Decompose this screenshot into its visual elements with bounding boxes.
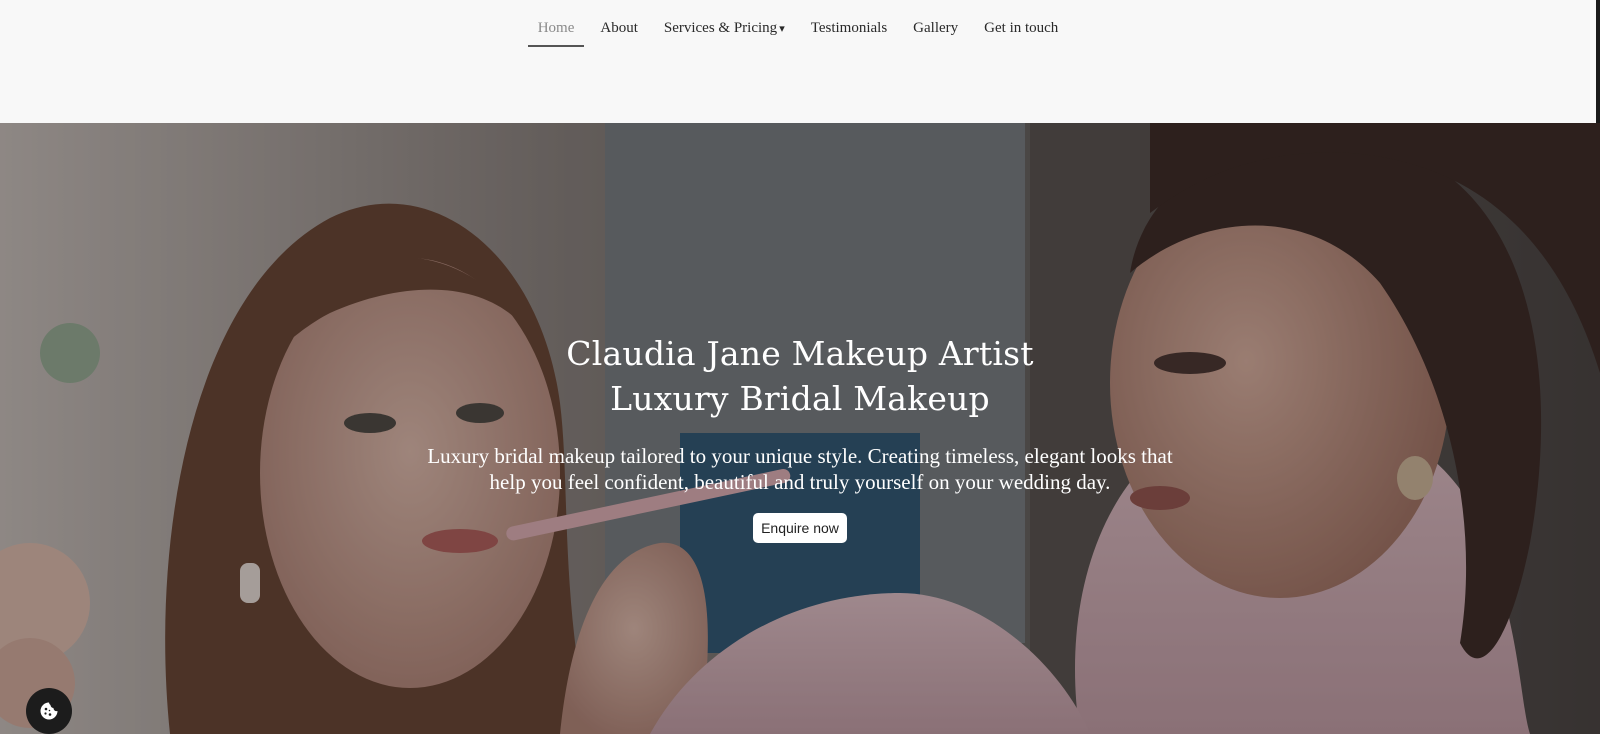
nav-item-gallery[interactable]: Gallery	[903, 14, 968, 47]
hero-section: Claudia Jane Makeup Artist Luxury Bridal…	[0, 123, 1600, 734]
hero-title: Claudia Jane Makeup Artist Luxury Bridal…	[0, 331, 1600, 421]
cookie-settings-button[interactable]	[26, 688, 72, 734]
main-nav: Home About Services & Pricing ▾ Testimoni…	[0, 14, 1596, 47]
scrollbar-edge	[1596, 0, 1600, 123]
nav-item-services-label: Services & Pricing	[663, 20, 778, 36]
site-header: Home About Services & Pricing ▾ Testimoni…	[0, 0, 1596, 123]
cookie-icon	[40, 702, 58, 720]
nav-item-testimonials[interactable]: Testimonials	[801, 14, 897, 47]
hero-title-line-1: Claudia Jane Makeup Artist	[566, 334, 1034, 373]
enquire-now-button[interactable]: Enquire now	[753, 513, 847, 543]
nav-item-services-pricing[interactable]: Services & Pricing ▾	[654, 14, 795, 47]
hero-subtitle: Luxury bridal makeup tailored to your un…	[427, 444, 1173, 494]
chevron-down-icon: ▾	[779, 23, 785, 35]
hero-content: Claudia Jane Makeup Artist Luxury Bridal…	[0, 331, 1600, 543]
nav-item-get-in-touch[interactable]: Get in touch	[974, 14, 1068, 47]
nav-item-about[interactable]: About	[590, 14, 648, 47]
hero-title-line-2: Luxury Bridal Makeup	[610, 379, 990, 418]
nav-item-home[interactable]: Home	[527, 14, 585, 47]
